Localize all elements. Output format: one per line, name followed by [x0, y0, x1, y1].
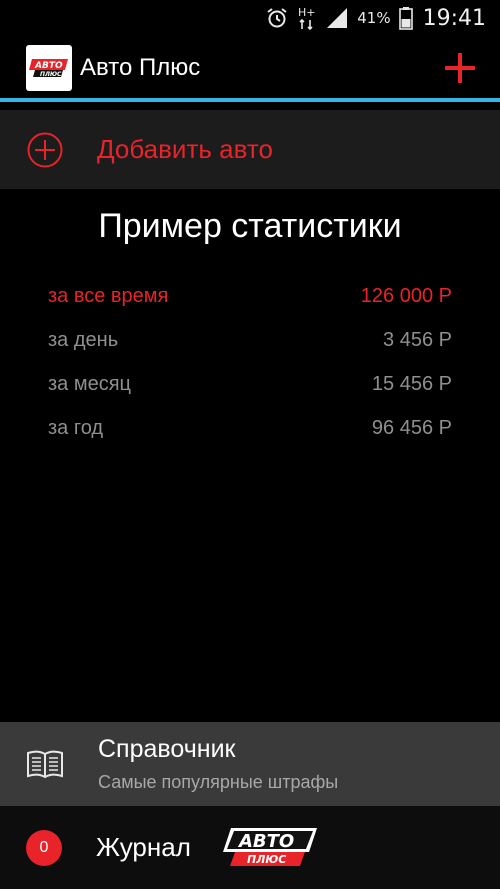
nav-item-reference[interactable]: Справочник Самые популярные штрафы	[0, 722, 500, 806]
stat-row-day: за день 3 456 Р	[48, 318, 452, 362]
battery-percent: 41%	[357, 9, 391, 27]
logo-text-top: АВТО	[34, 61, 63, 71]
nav-reference-title: Справочник	[98, 735, 236, 763]
book-icon	[27, 750, 63, 779]
stat-value: 3 456 Р	[383, 328, 452, 351]
battery-icon	[398, 6, 413, 30]
stat-row-all-time: за все время 126 000 Р	[48, 274, 452, 318]
app-title: Авто Плюс	[80, 54, 201, 81]
app-bar-divider	[0, 98, 500, 102]
add-circle-icon	[27, 132, 63, 167]
app-logo[interactable]: АВТО ПЛЮС	[26, 45, 72, 91]
svg-text:H+: H+	[298, 6, 316, 19]
stat-label: за все время	[48, 284, 169, 307]
avto-plus-logo: АВТО ПЛЮС	[222, 827, 317, 866]
nav-reference-text: Справочник Самые популярные штрафы	[98, 735, 338, 793]
stat-value: 15 456 Р	[371, 372, 452, 395]
clock: 19:41	[422, 5, 486, 31]
stats-title: Пример статистики	[98, 207, 402, 245]
stat-value: 96 456 Р	[371, 416, 452, 439]
nav-reference-subtitle: Самые популярные штрафы	[98, 772, 339, 792]
stat-label: за день	[48, 328, 119, 351]
app-bar: АВТО ПЛЮС Авто Плюс	[0, 36, 500, 100]
add-car-button[interactable]: Добавить авто	[0, 110, 500, 189]
nav-item-journal[interactable]: 0 Журнал АВТО ПЛЮС	[0, 806, 500, 889]
stats-list: за все время 126 000 Р за день 3 456 Р з…	[48, 274, 452, 450]
alarm-icon	[265, 6, 289, 30]
nav-journal-title: Журнал	[96, 832, 191, 862]
stat-label: за год	[48, 416, 104, 439]
journal-logo-text-bottom: ПЛЮС	[247, 853, 286, 866]
status-bar: H+ 41% 19:41	[0, 0, 500, 36]
add-icon[interactable]	[442, 50, 478, 86]
stat-row-month: за месяц 15 456 Р	[48, 362, 452, 406]
journal-badge: 0	[26, 829, 62, 866]
network-icon: H+	[297, 5, 317, 31]
stat-label: за месяц	[48, 372, 132, 395]
signal-icon	[325, 6, 349, 30]
add-car-label: Добавить авто	[97, 134, 273, 164]
logo-text-bottom: ПЛЮС	[40, 71, 62, 78]
journal-logo-text-top: АВТО	[237, 831, 294, 852]
stat-value: 126 000 Р	[360, 284, 452, 307]
stat-row-year: за год 96 456 Р	[48, 406, 452, 450]
